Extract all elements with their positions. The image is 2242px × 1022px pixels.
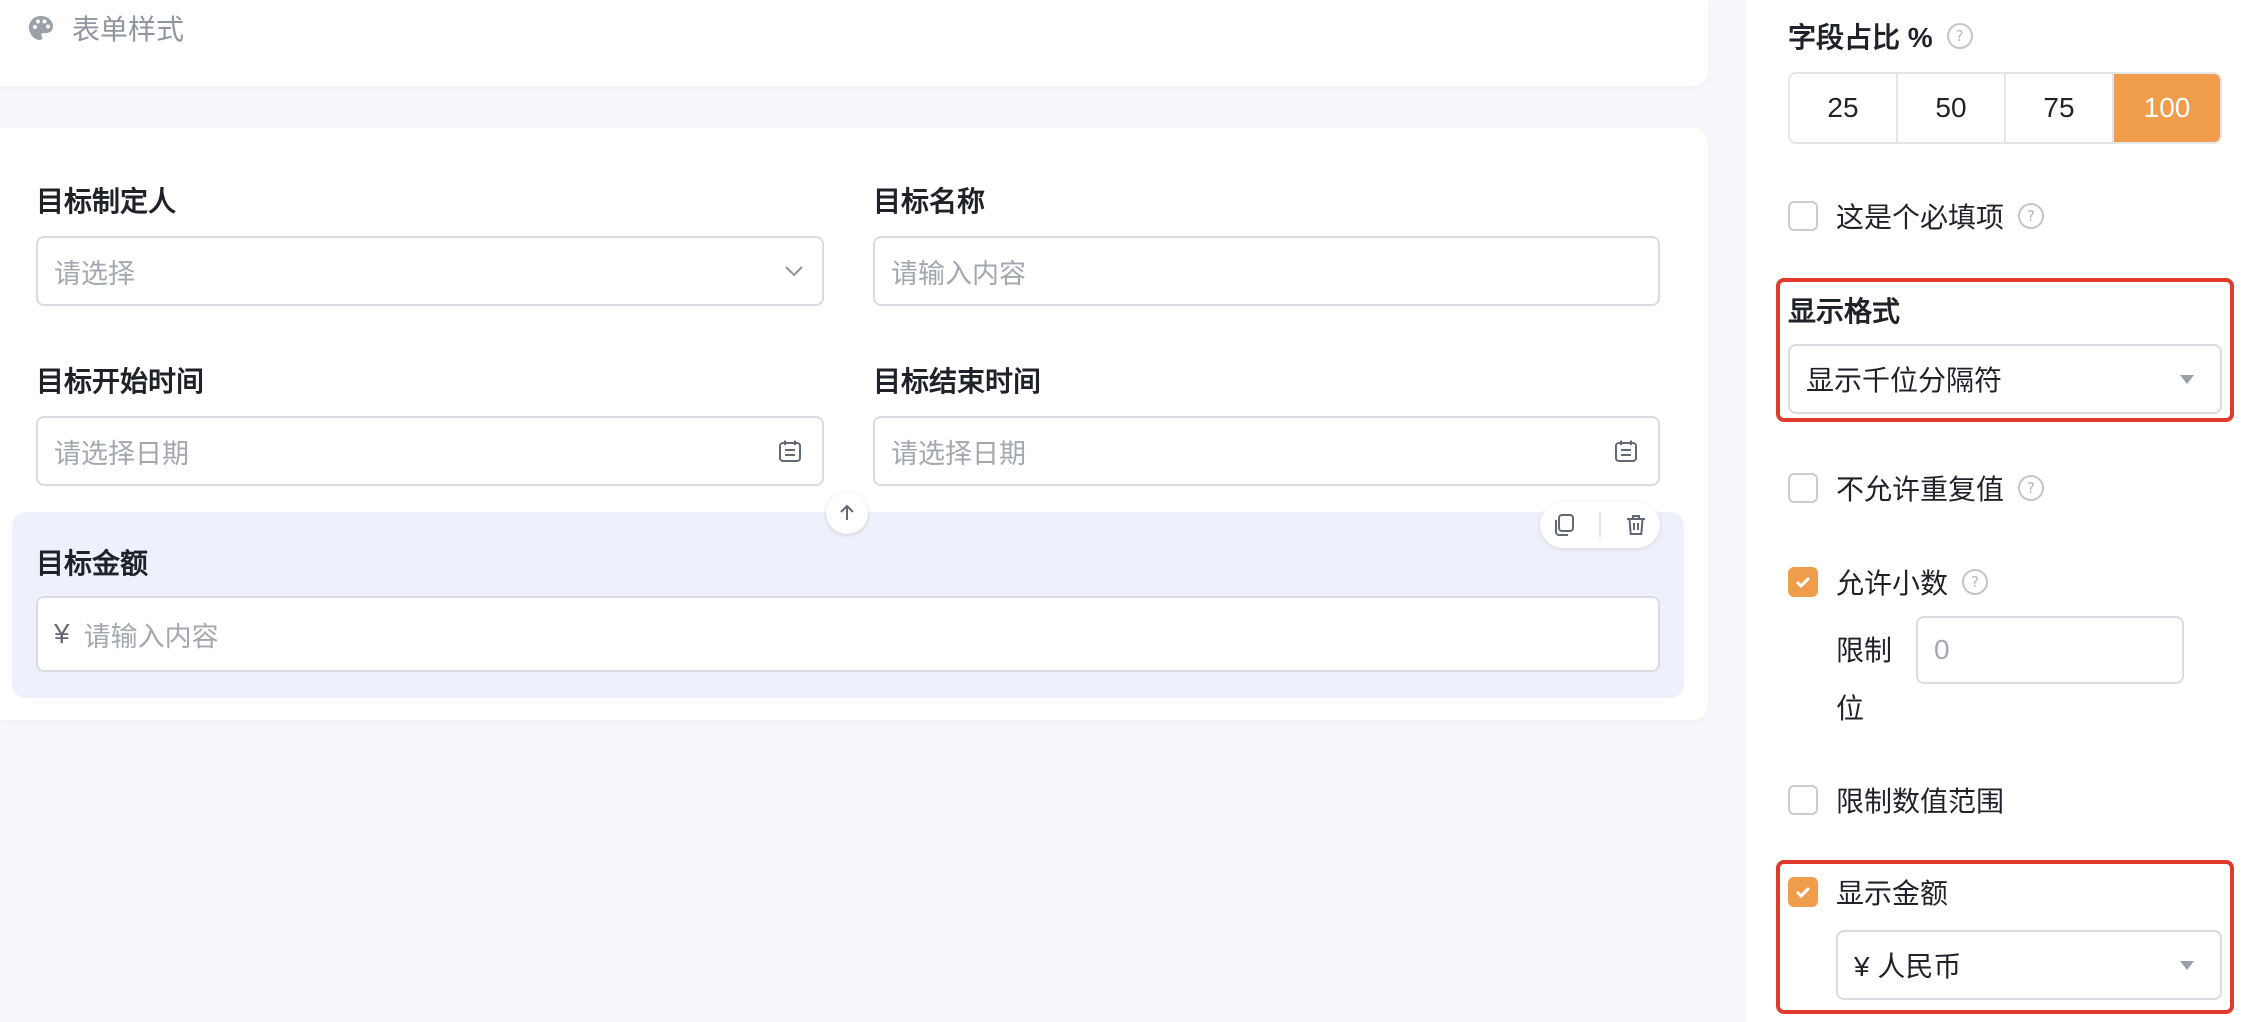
amount-input-placeholder: 请输入内容 xyxy=(83,621,219,652)
field-label-start-time: 目标开始时间 xyxy=(36,366,205,397)
allow-decimal-label: 允许小数 xyxy=(1836,568,1949,599)
help-icon[interactable]: ? xyxy=(2018,203,2045,229)
name-input-placeholder: 请输入内容 xyxy=(891,258,1026,289)
decimal-limit-label: 限制位 xyxy=(1836,635,1893,724)
help-icon[interactable]: ? xyxy=(1962,569,1989,595)
required-option[interactable]: 这是个必填项 ? xyxy=(1788,196,2045,236)
width-ratio-option-100[interactable]: 100 xyxy=(2114,74,2220,142)
chevron-down-icon xyxy=(785,266,803,277)
owner-select[interactable]: 请选择 xyxy=(36,236,824,306)
width-ratio-option-75[interactable]: 75 xyxy=(2006,74,2114,142)
end-date-placeholder: 请选择日期 xyxy=(891,438,1026,469)
check-icon xyxy=(1795,886,1811,899)
check-icon xyxy=(1795,576,1811,589)
palette-icon xyxy=(29,16,53,40)
form-style-button[interactable]: 表单样式 xyxy=(26,8,184,48)
field-actions xyxy=(1540,502,1660,548)
allow-decimal-checkbox[interactable] xyxy=(1788,567,1818,597)
no-duplicates-checkbox[interactable] xyxy=(1788,473,1818,503)
start-date-placeholder: 请选择日期 xyxy=(54,438,189,469)
caret-down-icon xyxy=(2180,960,2194,970)
required-label: 这是个必填项 xyxy=(1836,202,2005,233)
trash-icon[interactable] xyxy=(1623,512,1649,538)
action-separator xyxy=(1599,513,1601,537)
field-label-owner: 目标制定人 xyxy=(36,186,177,217)
show-amount-option[interactable]: 显示金额 xyxy=(1788,872,1948,912)
currency-value: ¥ 人民币 xyxy=(1854,951,1962,982)
form-style-card: 表单样式 xyxy=(0,0,1708,86)
owner-select-placeholder: 请选择 xyxy=(54,258,135,289)
no-duplicates-label: 不允许重复值 xyxy=(1836,474,2005,505)
width-ratio-title: 字段占比 % ? xyxy=(1788,16,1973,56)
width-ratio-option-50[interactable]: 50 xyxy=(1898,74,2006,142)
display-format-title: 显示格式 xyxy=(1788,296,1901,327)
amount-input[interactable]: ¥ 请输入内容 xyxy=(36,596,1660,672)
display-format-select[interactable]: 显示千位分隔符 xyxy=(1788,344,2222,414)
display-format-value: 显示千位分隔符 xyxy=(1806,365,2003,396)
currency-prefix: ¥ xyxy=(54,618,70,649)
allow-decimal-option[interactable]: 允许小数 ? xyxy=(1788,562,1989,602)
show-amount-label: 显示金额 xyxy=(1836,878,1949,909)
field-label-amount: 目标金额 xyxy=(36,548,149,579)
field-label-name: 目标名称 xyxy=(873,186,986,217)
calendar-icon xyxy=(1610,435,1642,467)
end-date-picker[interactable]: 请选择日期 xyxy=(873,416,1660,486)
width-ratio-option-25[interactable]: 25 xyxy=(1790,74,1898,142)
form-style-label: 表单样式 xyxy=(72,14,185,45)
decimal-limit-input[interactable]: 0 xyxy=(1916,616,2184,684)
no-duplicates-option[interactable]: 不允许重复值 ? xyxy=(1788,468,2045,508)
start-date-picker[interactable]: 请选择日期 xyxy=(36,416,824,486)
show-amount-checkbox[interactable] xyxy=(1788,877,1818,907)
name-input[interactable]: 请输入内容 xyxy=(873,236,1660,306)
currency-select[interactable]: ¥ 人民币 xyxy=(1836,930,2222,1000)
field-label-end-time: 目标结束时间 xyxy=(873,366,1042,397)
arrow-up-icon xyxy=(840,504,854,520)
required-checkbox[interactable] xyxy=(1788,201,1818,231)
width-ratio-segmented: 25 50 75 100 xyxy=(1788,72,2222,144)
help-icon[interactable]: ? xyxy=(1946,23,1973,49)
help-icon[interactable]: ? xyxy=(2018,475,2045,501)
limit-range-checkbox[interactable] xyxy=(1788,785,1818,815)
limit-range-label: 限制数值范围 xyxy=(1836,786,2005,817)
limit-range-option[interactable]: 限制数值范围 xyxy=(1788,780,2004,820)
decimal-limit-value: 0 xyxy=(1934,634,1950,665)
copy-icon[interactable] xyxy=(1551,512,1577,538)
move-up-button[interactable] xyxy=(826,492,868,534)
caret-down-icon xyxy=(2180,374,2194,384)
calendar-icon xyxy=(774,435,806,467)
width-ratio-label: 字段占比 % xyxy=(1788,22,1933,53)
